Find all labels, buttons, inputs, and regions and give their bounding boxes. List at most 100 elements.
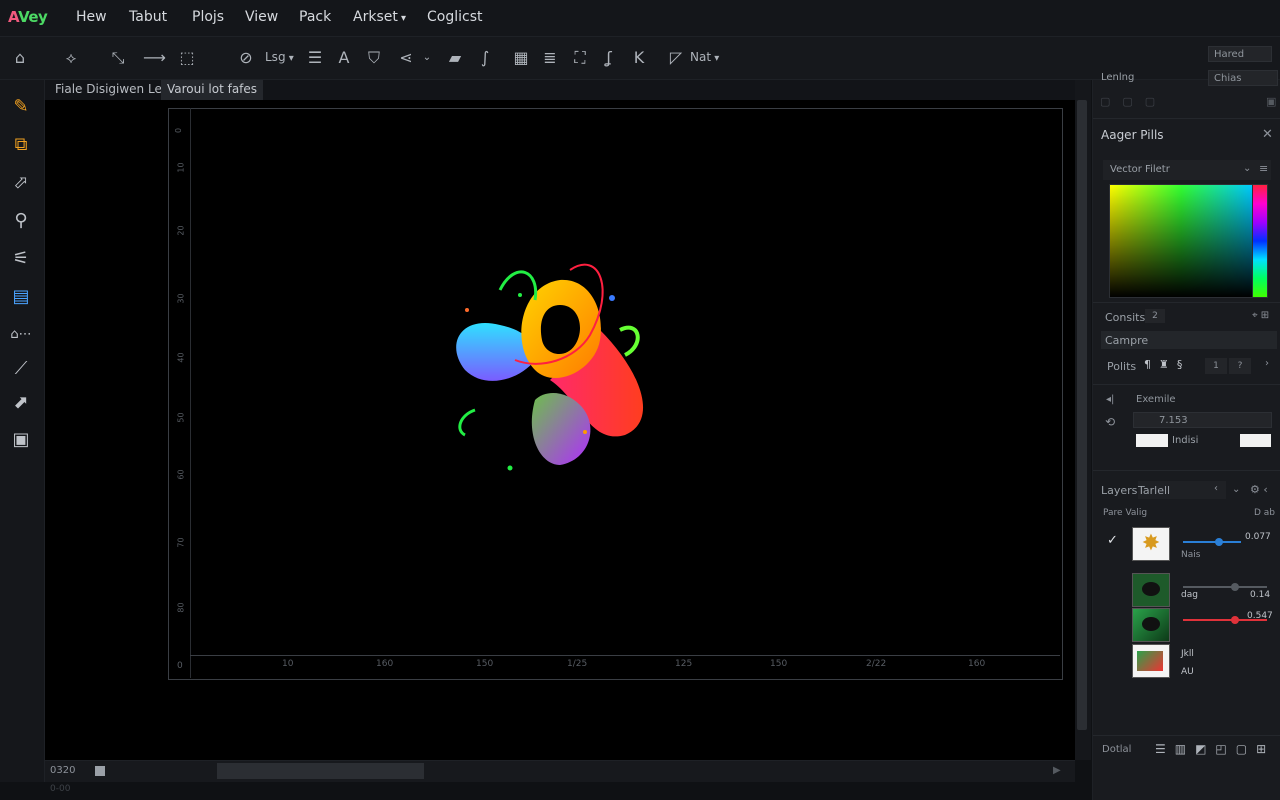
lasso-icon[interactable]: ⬚ [176,47,198,69]
layer-opacity-slider[interactable] [1183,541,1241,543]
layers-tab-dropdown[interactable]: Tarlell ‹ [1138,481,1226,499]
tab-document-2[interactable]: Varoui lot fafes [161,80,264,100]
panel-title: Aager Pills [1101,128,1164,142]
view-mode-icon[interactable] [95,766,105,776]
campre-label: Campre [1105,334,1149,347]
top-tab-chias[interactable]: Chias [1208,70,1278,86]
object-tool-icon[interactable]: ▤ [9,285,33,309]
shape-icon[interactable]: ▰ [444,47,466,69]
check-icon[interactable]: ✓ [1107,533,1118,548]
image-icon[interactable]: ▣ [9,428,33,452]
grid-icon[interactable]: ▦ [510,47,532,69]
ruler-label: 150 [476,659,494,669]
brush-icon[interactable]: ✎ [9,95,33,119]
knife-icon[interactable]: K [628,47,650,69]
select-tool-icon[interactable]: ⬀ [9,171,33,195]
document-tabs: Fiale Disigiwen Lest Varoui lot fafes [45,80,1075,100]
ruler-label: 10 [176,162,186,173]
color-picker-field[interactable] [1109,184,1253,298]
text-tool-icon[interactable]: A [333,47,355,69]
layer-opacity-slider[interactable] [1183,586,1267,588]
menu-item-tabut[interactable]: Tabut [129,9,167,25]
divider [1093,118,1280,119]
menu-item-pack[interactable]: Pack [299,9,331,25]
menu-item-hew[interactable]: Hew [76,9,107,25]
divider [1093,384,1280,385]
line-tool-icon[interactable]: ⟶ [143,47,166,69]
align-icon[interactable]: ☰ [304,47,326,69]
white-swatch[interactable] [1136,434,1168,447]
home-icon[interactable]: ⌂ [9,47,31,69]
menu-icon[interactable]: ≡ [1259,162,1268,175]
ruler-label: 60 [176,469,186,480]
play-icon[interactable]: ▶ [1053,765,1061,776]
top-tab-hared[interactable]: Hared [1208,46,1272,62]
color-mode-dropdown[interactable]: Vector Filetr ⌄ ≡ [1103,160,1271,180]
layer-thumbnail[interactable]: ✸ [1132,527,1170,561]
pin-icon[interactable]: ⌖ ⊞ [1252,310,1269,321]
hue-slider[interactable] [1252,184,1268,298]
chevron-down-icon: ⌄ [1243,163,1252,174]
building-icon[interactable]: ⌂⋯ [9,323,33,347]
arrow-left-icon[interactable]: ◂| [1106,394,1114,405]
curve-icon[interactable]: ʆ [598,47,620,69]
ruler-icon[interactable]: ⟋ [9,357,33,381]
ruler-label: 0 [177,661,183,671]
value-field[interactable]: 7.153 [1133,412,1272,428]
divider [1093,470,1280,471]
tab-document-1[interactable]: Fiale Disigiwen Lest [49,80,179,100]
ruler-label: 70 [176,537,186,548]
polits-field-2[interactable]: ? [1229,358,1251,374]
layers-title: Layers [1101,484,1138,497]
pen-icon[interactable]: ∫ [474,47,496,69]
ruler-label: 160 [376,659,394,669]
panel-settings-icon[interactable]: ▣ [1266,95,1276,108]
share-icon[interactable]: ⋖ [395,47,417,69]
example-dropdown[interactable]: Exemile [1131,392,1272,408]
transform-icon[interactable]: ⟡ [60,47,82,69]
campre-row[interactable]: Campre [1101,331,1277,349]
white-swatch[interactable] [1240,434,1271,447]
stack-icon[interactable]: ≣ [539,47,561,69]
chevron-left-icon: ‹ [1214,483,1218,494]
chevron-down-icon[interactable]: ⌄ [416,47,438,69]
rotate-icon[interactable]: ⟲ [1105,415,1115,429]
chart-icon[interactable]: ◸ [665,47,687,69]
layer-thumbnail[interactable] [1132,573,1170,607]
bucket-icon[interactable]: ⛉ [363,47,385,69]
menu-bar: AVey Hew Tabut Plojs View Pack Arkset Co… [0,0,1280,37]
layers-tab-label: Tarlell [1138,484,1171,497]
chevron-right-icon[interactable]: › [1265,358,1269,369]
menu-item-coglicst[interactable]: Coglicst [427,9,483,25]
app-logo[interactable]: AVey [8,8,48,26]
vertical-scroll-thumb[interactable] [1077,100,1087,730]
close-icon[interactable]: ✕ [1262,127,1273,142]
ruler-label: 1/25 [567,659,588,669]
layers-tool-icon[interactable]: ⧉ [9,133,33,157]
direct-select-icon[interactable]: ⤡ [107,47,129,69]
paragraph-icons[interactable]: ¶♜§ [1144,358,1190,371]
crop-icon[interactable]: ⛶ [569,47,591,69]
polits-field-1[interactable]: 1 [1205,358,1227,374]
horizontal-scroll-thumb[interactable] [217,763,424,779]
menu-item-view[interactable]: View [245,9,278,25]
left-toolbar: ✎ ⧉ ⬀ ⚲ ⚟ ▤ ⌂⋯ ⟋ ⬈ ▣ [0,80,45,800]
colorful-swirl-artwork[interactable] [440,250,665,475]
consts-field[interactable]: 2 [1145,309,1165,323]
layout-dropdown[interactable]: Lsg [265,50,294,64]
mode-dropdown[interactable]: Nat [690,50,719,64]
canvas-workspace[interactable]: 0 10 20 30 40 50 60 70 80 0 10 160 150 1… [45,100,1075,760]
zoom-icon[interactable]: ⚲ [9,209,33,233]
eyedropper-icon[interactable]: ⚟ [9,247,33,271]
layer-actions-icons[interactable]: ☰▥◩◰▢⊞ [1155,742,1275,756]
layer-thumbnail[interactable] [1132,608,1170,642]
zoom-readout[interactable]: 0320 [50,765,75,776]
layer-thumbnail[interactable] [1132,644,1170,678]
edit-circle-icon[interactable]: ⊘ [235,47,257,69]
menu-item-arkset[interactable]: Arkset [353,9,406,25]
export-icon[interactable]: ⬈ [9,391,33,415]
chevron-down-icon[interactable]: ⌄ [1232,484,1240,495]
layer-settings-icon[interactable]: ⚙ ‹ [1250,483,1268,496]
menu-item-plojs[interactable]: Plojs [192,9,224,25]
slider-knob[interactable] [1214,538,1223,546]
